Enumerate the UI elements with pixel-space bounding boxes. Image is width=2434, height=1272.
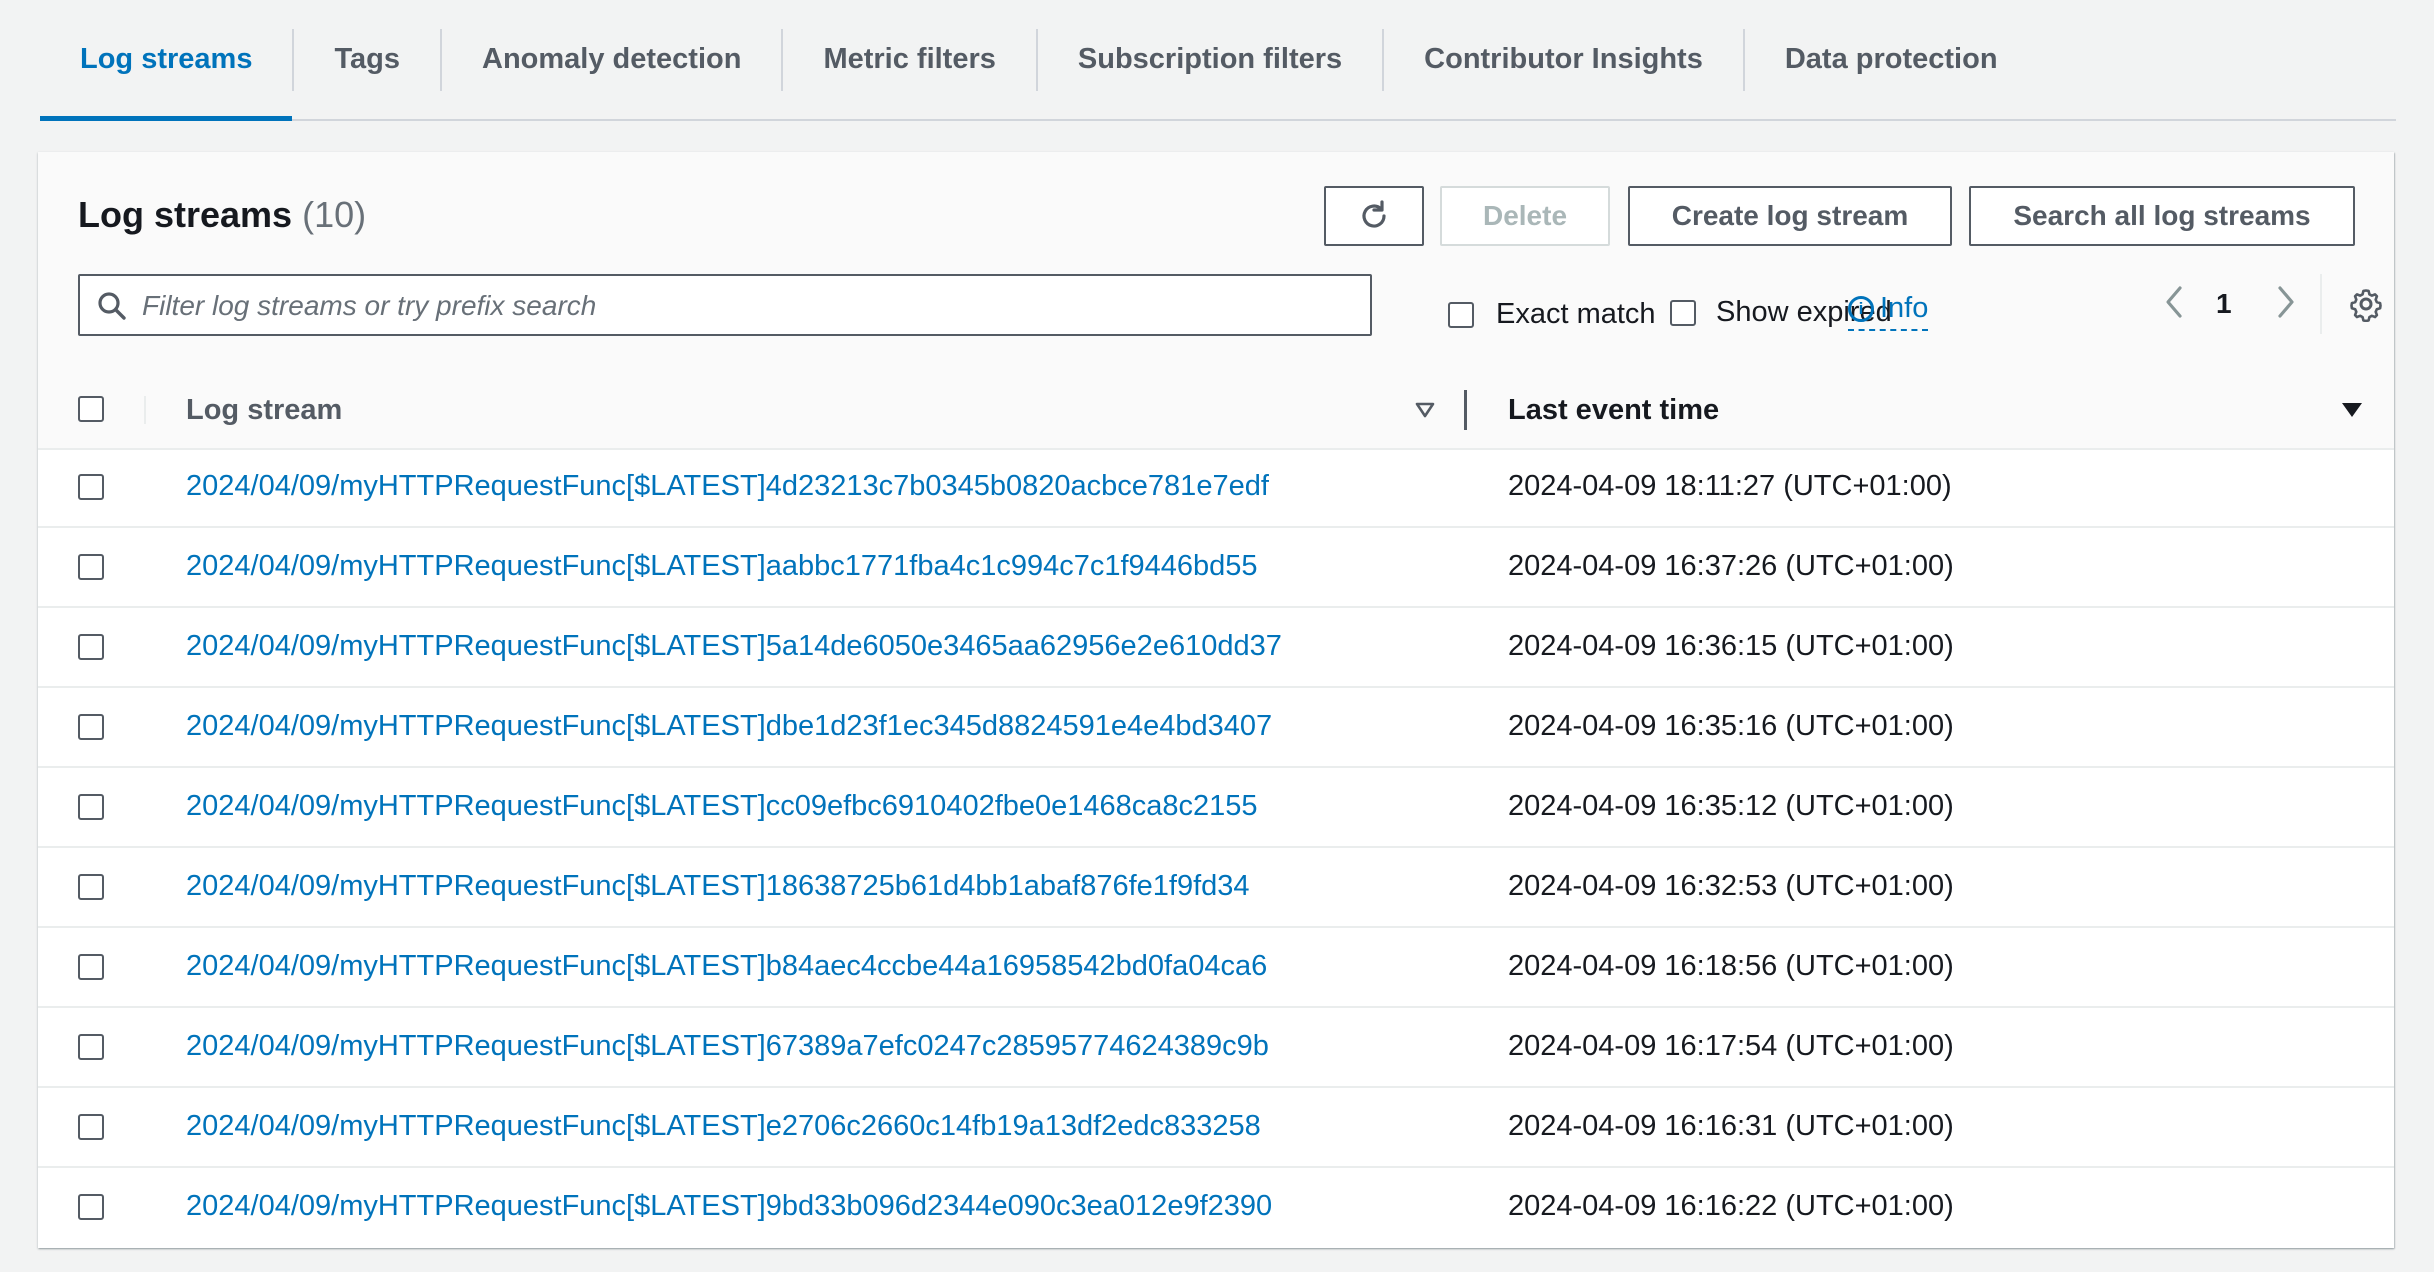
last-event-time: 2024-04-09 16:32:53 (UTC+01:00) [1508, 870, 1954, 902]
table-row: 2024/04/09/myHTTPRequestFunc[$LATEST]cc0… [38, 768, 2394, 848]
log-stream-link[interactable]: 2024/04/09/myHTTPRequestFunc[$LATEST]673… [186, 1030, 1269, 1063]
exact-match-checkbox[interactable] [1448, 302, 1474, 328]
table-header: Log stream Last event time [38, 370, 2394, 450]
row-checkbox[interactable] [78, 634, 104, 660]
row-checkbox[interactable] [78, 474, 104, 500]
log-stream-link[interactable]: 2024/04/09/myHTTPRequestFunc[$LATEST]aab… [186, 550, 1258, 583]
row-checkbox[interactable] [78, 714, 104, 740]
column-header-log-stream[interactable]: Log stream [186, 394, 342, 427]
info-label: Info [1880, 292, 1929, 324]
filter-input[interactable] [140, 284, 1354, 328]
search-all-label: Search all log streams [2013, 200, 2311, 231]
table-row: 2024/04/09/myHTTPRequestFunc[$LATEST]9bd… [38, 1168, 2394, 1248]
chevron-right-icon[interactable] [2270, 282, 2300, 322]
table-row: 2024/04/09/myHTTPRequestFunc[$LATEST]aab… [38, 528, 2394, 608]
tab-label: Log streams [80, 43, 253, 75]
table-row: 2024/04/09/myHTTPRequestFunc[$LATEST]186… [38, 848, 2394, 928]
row-checkbox[interactable] [78, 954, 104, 980]
table-row: 2024/04/09/myHTTPRequestFunc[$LATEST]e27… [38, 1088, 2394, 1168]
search-all-log-streams-button[interactable]: Search all log streams [1969, 186, 2355, 246]
row-checkbox[interactable] [78, 1114, 104, 1140]
last-event-time: 2024-04-09 16:36:15 (UTC+01:00) [1508, 630, 1954, 662]
column-divider [144, 396, 146, 424]
column-resizer[interactable] [1464, 390, 1467, 430]
last-event-time: 2024-04-09 18:11:27 (UTC+01:00) [1508, 470, 1952, 502]
create-log-stream-button[interactable]: Create log stream [1628, 186, 1952, 246]
last-event-time: 2024-04-09 16:16:22 (UTC+01:00) [1508, 1190, 1954, 1222]
tab-label: Anomaly detection [482, 43, 742, 75]
log-stream-link[interactable]: 2024/04/09/myHTTPRequestFunc[$LATEST]5a1… [186, 630, 1282, 663]
chevron-left-icon[interactable] [2160, 282, 2190, 322]
tab-label: Metric filters [823, 43, 996, 75]
log-stream-link[interactable]: 2024/04/09/myHTTPRequestFunc[$LATEST]dbe… [186, 710, 1272, 743]
last-event-time: 2024-04-09 16:18:56 (UTC+01:00) [1508, 950, 1954, 982]
table-row: 2024/04/09/myHTTPRequestFunc[$LATEST]4d2… [38, 448, 2394, 528]
last-event-time: 2024-04-09 16:16:31 (UTC+01:00) [1508, 1110, 1954, 1142]
row-checkbox[interactable] [78, 794, 104, 820]
pager-divider [2320, 274, 2322, 334]
tab-tags[interactable]: Tags [294, 0, 440, 119]
gear-icon[interactable] [2348, 286, 2384, 322]
panel-title: Log streams (10) [78, 194, 366, 236]
log-stream-link[interactable]: 2024/04/09/myHTTPRequestFunc[$LATEST]9bd… [186, 1190, 1272, 1223]
log-stream-link[interactable]: 2024/04/09/myHTTPRequestFunc[$LATEST]186… [186, 870, 1250, 903]
tab-label: Tags [334, 43, 400, 75]
tab-contributor-insights[interactable]: Contributor Insights [1384, 0, 1743, 119]
tab-label: Subscription filters [1077, 43, 1343, 75]
column-header-last-event-time[interactable]: Last event time [1508, 394, 1719, 427]
row-checkbox[interactable] [78, 554, 104, 580]
table-body: 2024/04/09/myHTTPRequestFunc[$LATEST]4d2… [38, 448, 2394, 1248]
tab-anomaly-detection[interactable]: Anomaly detection [442, 0, 781, 119]
last-event-time: 2024-04-09 16:17:54 (UTC+01:00) [1508, 1030, 1954, 1062]
info-icon: i [1848, 295, 1874, 322]
tab-label: Contributor Insights [1424, 43, 1703, 75]
filter-box [78, 274, 1372, 336]
create-label: Create log stream [1671, 200, 1909, 231]
table-row: 2024/04/09/myHTTPRequestFunc[$LATEST]5a1… [38, 608, 2394, 688]
table-row: 2024/04/09/myHTTPRequestFunc[$LATEST]673… [38, 1008, 2394, 1088]
select-all-checkbox[interactable] [78, 396, 104, 422]
tab-log-streams[interactable]: Log streams [40, 0, 293, 121]
log-stream-link[interactable]: 2024/04/09/myHTTPRequestFunc[$LATEST]cc0… [186, 790, 1258, 823]
page-number[interactable]: 1 [2216, 288, 2232, 320]
tab-label: Data protection [1784, 43, 1998, 75]
show-expired-checkbox[interactable] [1670, 300, 1696, 326]
log-stream-link[interactable]: 2024/04/09/myHTTPRequestFunc[$LATEST]b84… [186, 950, 1267, 983]
refresh-button[interactable] [1324, 186, 1424, 246]
last-event-time: 2024-04-09 16:35:16 (UTC+01:00) [1508, 710, 1954, 742]
info-link[interactable]: i Info [1848, 292, 1929, 331]
row-checkbox[interactable] [78, 1034, 104, 1060]
panel-title-text: Log streams [78, 194, 293, 235]
table-row: 2024/04/09/myHTTPRequestFunc[$LATEST]dbe… [38, 688, 2394, 768]
panel-header: Log streams (10) Delete Create log stream… [38, 152, 2394, 372]
log-stream-link[interactable]: 2024/04/09/myHTTPRequestFunc[$LATEST]e27… [186, 1110, 1261, 1143]
tab-subscription-filters[interactable]: Subscription filters [1038, 0, 1382, 119]
log-stream-link[interactable]: 2024/04/09/myHTTPRequestFunc[$LATEST]4d2… [186, 470, 1269, 503]
row-checkbox[interactable] [78, 1194, 104, 1220]
search-icon [98, 292, 126, 320]
last-event-time: 2024-04-09 16:37:26 (UTC+01:00) [1508, 550, 1954, 582]
stream-count: (10) [302, 194, 367, 235]
log-streams-panel: Log streams (10) Delete Create log stream… [38, 152, 2394, 1248]
sort-descending-icon[interactable] [2340, 400, 2364, 420]
delete-button[interactable]: Delete [1440, 186, 1610, 246]
delete-label: Delete [1482, 200, 1568, 231]
sort-icon[interactable] [1414, 400, 1436, 420]
table-row: 2024/04/09/myHTTPRequestFunc[$LATEST]b84… [38, 928, 2394, 1008]
row-checkbox[interactable] [78, 874, 104, 900]
refresh-icon [1362, 200, 1386, 228]
tab-bar: Log streams Tags Anomaly detection Metri… [40, 0, 2396, 121]
exact-match-label: Exact match [1496, 298, 1656, 330]
tab-metric-filters[interactable]: Metric filters [783, 0, 1035, 119]
last-event-time: 2024-04-09 16:35:12 (UTC+01:00) [1508, 790, 1954, 822]
tab-data-protection[interactable]: Data protection [1745, 0, 2038, 119]
